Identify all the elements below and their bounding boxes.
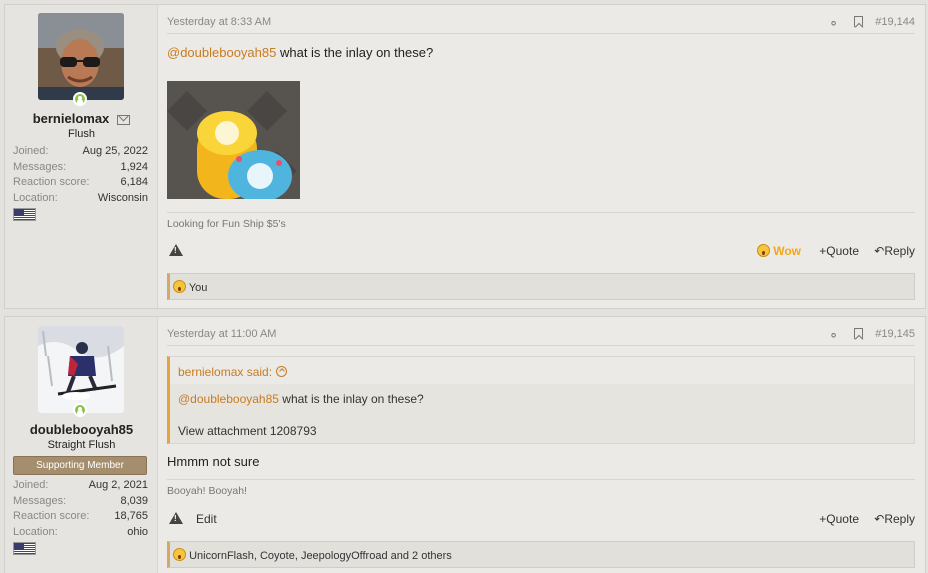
stat-value[interactable]: 1,924 — [120, 160, 148, 176]
stat-reaction-score: Reaction score: 6,184 — [13, 175, 148, 191]
user-info: doublebooyah85 Straight Flush Supporting… — [5, 317, 158, 573]
post-number[interactable]: #19,144 — [875, 16, 915, 28]
stat-value[interactable]: Wisconsin — [98, 191, 148, 207]
report-icon[interactable] — [169, 244, 183, 256]
jump-to-post-icon[interactable] — [276, 366, 288, 377]
supporting-member-banner: Supporting Member — [13, 456, 147, 475]
user-stats: Joined: Aug 25, 2022 Messages: 1,924 React… — [13, 144, 148, 206]
us-flag-icon — [13, 208, 36, 221]
stat-label: Messages: — [13, 494, 67, 507]
stat-value: Aug 25, 2022 — [82, 145, 148, 157]
quote-header[interactable]: bernielomax said: — [170, 357, 914, 384]
stat-label: Joined: — [13, 145, 49, 157]
online-status-icon — [73, 403, 87, 417]
signature: Looking for Fun Ship $5's — [167, 212, 915, 230]
share-icon[interactable]: ⚬ — [828, 16, 839, 32]
signature: Booyah! Booyah! — [167, 479, 915, 497]
wow-emoji-icon — [173, 280, 186, 293]
edit-button[interactable]: Edit — [196, 512, 217, 526]
reactions-bar[interactable]: You — [167, 273, 915, 300]
post-content: Yesterday at 11:00 AM ⚬ #19,145 bernielo… — [167, 317, 915, 573]
post-19144: bernielomax Flush Joined: Aug 25, 2022 Me… — [4, 4, 926, 309]
post-content: Yesterday at 8:33 AM ⚬ #19,144 @doublebo… — [167, 5, 915, 308]
post-body: @doublebooyah85 what is the inlay on the… — [167, 45, 433, 60]
stat-joined: Joined: Aug 2, 2021 — [13, 478, 148, 494]
stat-value: 6,184 — [120, 176, 148, 188]
post-actions: Edit +Quote ↶Reply — [167, 510, 915, 530]
bookmark-icon[interactable] — [854, 328, 863, 339]
reply-label: Reply — [884, 512, 915, 526]
quote-body: @doublebooyah85 what is the inlay on the… — [170, 384, 914, 439]
post-text: what is the inlay on these? — [276, 45, 434, 60]
post-meta: Yesterday at 11:00 AM ⚬ #19,145 — [167, 326, 915, 346]
user-title: Flush — [68, 128, 95, 140]
wow-emoji-icon — [756, 244, 770, 257]
post-date[interactable]: Yesterday at 11:00 AM — [167, 328, 276, 340]
quote-label: Quote — [826, 512, 859, 526]
quote-label: Quote — [826, 244, 859, 258]
username-link[interactable]: bernielomax — [33, 111, 110, 126]
stat-value[interactable]: 8,039 — [120, 494, 148, 510]
stat-label: Location: — [13, 191, 58, 204]
stat-value[interactable]: ohio — [127, 525, 148, 541]
bookmark-icon[interactable] — [854, 16, 863, 27]
quote-author[interactable]: bernielomax said: — [178, 365, 272, 379]
reactions-list[interactable]: You — [189, 282, 208, 294]
reactions-bar[interactable]: UnicornFlash, Coyote, JeepologyOffroad a… — [167, 541, 915, 568]
user-info: bernielomax Flush Joined: Aug 25, 2022 Me… — [5, 5, 158, 308]
stat-messages: Messages: 1,924 — [13, 160, 148, 176]
online-status-icon — [73, 92, 87, 106]
avatar[interactable] — [38, 326, 124, 413]
stat-joined: Joined: Aug 25, 2022 — [13, 144, 148, 160]
wow-reaction[interactable]: Wow — [756, 244, 801, 258]
stat-label: Reaction score: — [13, 176, 90, 188]
us-flag-icon — [13, 542, 36, 555]
post-body: Hmmm not sure — [167, 454, 260, 469]
stat-label: Reaction score: — [13, 510, 90, 522]
post-number[interactable]: #19,145 — [875, 328, 915, 340]
stat-label: Location: — [13, 525, 58, 538]
user-stats: Joined: Aug 2, 2021 Messages: 8,039 Reacti… — [13, 478, 148, 540]
mail-icon[interactable] — [117, 114, 131, 125]
stat-value: 18,765 — [114, 510, 148, 522]
user-title: Straight Flush — [47, 439, 116, 451]
mention-link[interactable]: @doublebooyah85 — [167, 45, 276, 60]
stat-location: Location: Wisconsin — [13, 191, 148, 207]
stat-reaction-score: Reaction score: 18,765 — [13, 509, 148, 525]
stat-location: Location: ohio — [13, 525, 148, 541]
post-19145: doublebooyah85 Straight Flush Supporting… — [4, 316, 926, 573]
wow-label: Wow — [773, 244, 801, 258]
username[interactable]: doublebooyah85 — [5, 422, 158, 437]
reply-button[interactable]: ↶Reply — [874, 512, 915, 526]
report-icon[interactable] — [169, 512, 183, 524]
post-date[interactable]: Yesterday at 8:33 AM — [167, 16, 271, 28]
stat-messages: Messages: 8,039 — [13, 494, 148, 510]
reply-button[interactable]: ↶Reply — [874, 244, 915, 258]
post-actions: Wow +Quote ↶Reply — [167, 242, 915, 262]
attachment-link[interactable]: View attachment 1208793 — [178, 423, 914, 439]
username[interactable]: bernielomax — [5, 111, 158, 126]
avatar[interactable] — [38, 13, 124, 100]
stat-label: Messages: — [13, 160, 67, 173]
reactions-list[interactable]: UnicornFlash, Coyote, JeepologyOffroad a… — [189, 550, 452, 562]
quote-button[interactable]: +Quote — [819, 244, 859, 258]
quote-block: bernielomax said: @doublebooyah85 what i… — [167, 356, 915, 444]
attachment-image[interactable] — [167, 81, 300, 199]
reply-label: Reply — [884, 244, 915, 258]
stat-value: Aug 2, 2021 — [88, 479, 148, 491]
quote-text: what is the inlay on these? — [278, 392, 424, 406]
mention-link[interactable]: @doublebooyah85 — [178, 392, 279, 406]
laugh-emoji-icon — [173, 548, 186, 561]
quote-button[interactable]: +Quote — [819, 512, 859, 526]
post-meta: Yesterday at 8:33 AM ⚬ #19,144 — [167, 14, 915, 34]
share-icon[interactable]: ⚬ — [828, 328, 839, 344]
stat-label: Joined: — [13, 479, 49, 491]
